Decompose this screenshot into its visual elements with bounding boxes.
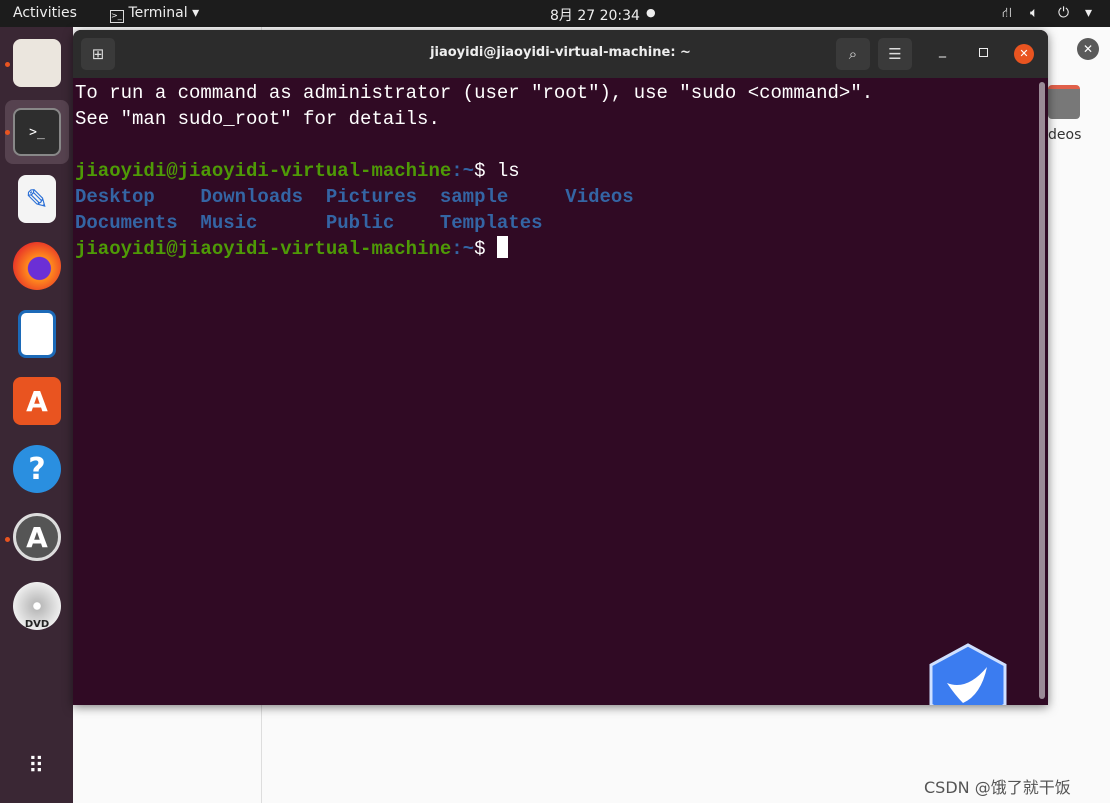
software-icon[interactable]: A (13, 377, 61, 425)
firefox-icon[interactable] (13, 242, 61, 290)
scrollbar[interactable] (1039, 82, 1045, 699)
maximize-button[interactable] (979, 48, 988, 57)
dir-entry: Videos (565, 186, 634, 208)
search-icon: ⌕ (848, 45, 858, 63)
volume-icon[interactable]: 🔈︎ (1030, 5, 1038, 21)
writer-icon[interactable] (18, 310, 56, 358)
dir-entry: Templates (439, 212, 543, 234)
prompt-symbol: $ (474, 160, 497, 182)
top-bar: Activities >_ Terminal ▾ 8月 27 20:34 ● ⛙… (0, 0, 1110, 27)
help-icon[interactable]: ? (13, 445, 61, 493)
watermark: CSDN @饿了就干饭 (924, 778, 1071, 797)
terminal-output[interactable]: To run a command as administrator (user … (73, 78, 1048, 705)
clock[interactable]: 8月 27 20:34 (550, 5, 640, 25)
terminal-window: ⊞ jiaoyidi@jiaoyidi-virtual-machine: ~ ⌕… (73, 30, 1048, 705)
ls-row: Documents Music Public Templates (75, 210, 1048, 236)
minimize-button[interactable]: _ (939, 42, 946, 58)
ls-row: Desktop Downloads Pictures sample Videos (75, 184, 1048, 210)
search-button[interactable]: ⌕ (836, 38, 870, 70)
notification-dot-icon: ● (646, 6, 656, 19)
hamburger-icon: ☰ (888, 45, 902, 63)
dir-entry: Public (325, 212, 440, 234)
files-icon[interactable] (13, 39, 61, 87)
terminal-header: ⊞ jiaoyidi@jiaoyidi-virtual-machine: ~ ⌕… (73, 30, 1048, 78)
terminal-icon[interactable]: >_ (13, 108, 61, 156)
dvd-icon[interactable]: DVD (13, 582, 61, 630)
terminal-icon: >_ (110, 10, 124, 23)
dir-entry: Desktop (75, 186, 201, 208)
folder-icon[interactable] (1048, 85, 1080, 119)
motd-line: See "man sudo_root" for details. (75, 108, 440, 130)
show-apps-icon[interactable]: ⠿ (13, 743, 61, 791)
command: ls (496, 160, 520, 182)
chevron-down-icon: ▾ (192, 5, 200, 21)
bird-logo-icon (929, 643, 1007, 705)
dir-entry: Downloads (200, 186, 326, 208)
dir-entry: Documents (75, 212, 201, 234)
prompt-user: jiaoyidi@jiaoyidi-virtual-machine (75, 160, 452, 182)
cursor (496, 236, 508, 258)
app-menu-label: Terminal (128, 5, 188, 21)
prompt-line: jiaoyidi@jiaoyidi-virtual-machine:~$ ls (75, 158, 1048, 184)
prompt-symbol: $ (474, 238, 497, 260)
power-icon[interactable]: ⏻ (1058, 5, 1069, 21)
chevron-down-icon[interactable]: ▾ (1085, 5, 1092, 21)
updater-icon[interactable]: A (13, 513, 61, 561)
dir-entry: Pictures (325, 186, 440, 208)
network-icon[interactable]: ⛙ (1002, 5, 1012, 23)
prompt-path: :~ (451, 238, 475, 260)
prompt-path: :~ (451, 160, 475, 182)
prompt-line: jiaoyidi@jiaoyidi-virtual-machine:~$ (75, 236, 1048, 262)
menu-button[interactable]: ☰ (878, 38, 912, 70)
motd-line: To run a command as administrator (user … (75, 82, 874, 104)
text-editor-icon[interactable]: ✎ (18, 175, 56, 223)
close-button[interactable]: ✕ (1014, 44, 1034, 64)
activities-button[interactable]: Activities (13, 5, 77, 21)
dock: >_ ✎ A ? A DVD ⠿ (0, 27, 73, 803)
app-menu[interactable]: >_ Terminal ▾ (110, 5, 199, 23)
prompt-user: jiaoyidi@jiaoyidi-virtual-machine (75, 238, 452, 260)
folder-label[interactable]: deos (1048, 127, 1081, 143)
close-icon[interactable]: ✕ (1077, 38, 1099, 60)
dir-entry: Music (200, 212, 326, 234)
dir-entry: sample (439, 186, 566, 208)
